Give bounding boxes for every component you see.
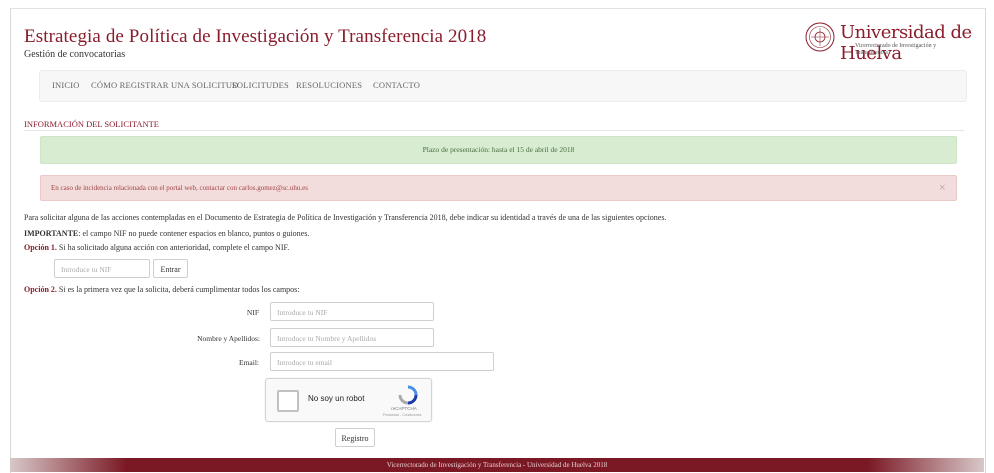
option2-label: Opción 2. xyxy=(24,285,57,294)
nav-item-resoluciones[interactable]: RESOLUCIONES xyxy=(296,71,362,99)
nif-label: NIF xyxy=(246,308,259,317)
page-footer: Vicerrectorado de Investigación y Transf… xyxy=(10,458,984,472)
option1-text: Opción 1. Si ha solicitado alguna acción… xyxy=(24,243,289,252)
deadline-alert: Plazo de presentación: hasta el 15 de ab… xyxy=(40,136,957,164)
nav-item-como-registrar[interactable]: CÓMO REGISTRAR UNA SOLICITUD xyxy=(91,71,239,99)
recaptcha-logo-icon xyxy=(398,385,418,405)
register-button[interactable]: Registro xyxy=(335,428,375,447)
email-input[interactable]: Introduce tu email xyxy=(270,352,494,371)
recaptcha-widget: No soy un robot reCAPTCHA Privacidad - C… xyxy=(265,378,432,422)
contact-alert-text: En caso de incidencia relacionada con el… xyxy=(51,184,308,192)
enter-button[interactable]: Entrar xyxy=(153,259,188,278)
university-seal-icon xyxy=(805,22,835,52)
section-divider xyxy=(24,130,964,131)
intro-text: Para solicitar alguna de las acciones co… xyxy=(24,213,667,222)
important-note: IMPORTANTE: el campo NIF no puede conten… xyxy=(24,229,309,238)
recaptcha-checkbox[interactable] xyxy=(277,390,299,412)
page-title: Estrategia de Política de Investigación … xyxy=(24,26,487,47)
university-logo-subtext: Vicerrectorado de Investigación y Transf… xyxy=(855,43,937,56)
nav-item-inicio[interactable]: INICIO xyxy=(52,71,80,99)
recaptcha-links[interactable]: Privacidad - Condiciones xyxy=(372,413,432,417)
option2-description: Si es la primera vez que la solicita, de… xyxy=(56,285,300,294)
contact-alert: En caso de incidencia relacionada con el… xyxy=(40,175,957,201)
important-label: IMPORTANTE xyxy=(24,229,79,238)
email-label: Email: xyxy=(239,358,259,367)
option2-text: Opción 2. Si es la primera vez que la so… xyxy=(24,285,300,294)
option1-description: Si ha solicitado alguna acción con anter… xyxy=(56,243,290,252)
option1-label: Opción 1. xyxy=(24,243,57,252)
name-label: Nombre y Apellidos: xyxy=(197,334,260,343)
important-text: : el campo NIF no puede contener espacio… xyxy=(78,229,310,238)
name-input[interactable]: Introduce tu Nombre y Apellidos xyxy=(270,328,434,347)
recaptcha-brand: reCAPTCHA xyxy=(391,406,417,411)
option1-nif-input[interactable]: Introduce tu NIF xyxy=(54,259,150,278)
recaptcha-label: No soy un robot xyxy=(308,394,365,403)
nav-item-solicitudes[interactable]: SOLICITUDES xyxy=(232,71,289,99)
nav-item-contacto[interactable]: CONTACTO xyxy=(373,71,420,99)
main-nav: INICIO CÓMO REGISTRAR UNA SOLICITUD SOLI… xyxy=(39,70,967,102)
close-icon[interactable]: × xyxy=(938,176,946,200)
page-subtitle: Gestión de convocatorias xyxy=(24,49,126,60)
section-heading: INFORMACIÓN DEL SOLICITANTE xyxy=(24,119,159,129)
nif-input[interactable]: Introduce tu NIF xyxy=(270,302,434,321)
